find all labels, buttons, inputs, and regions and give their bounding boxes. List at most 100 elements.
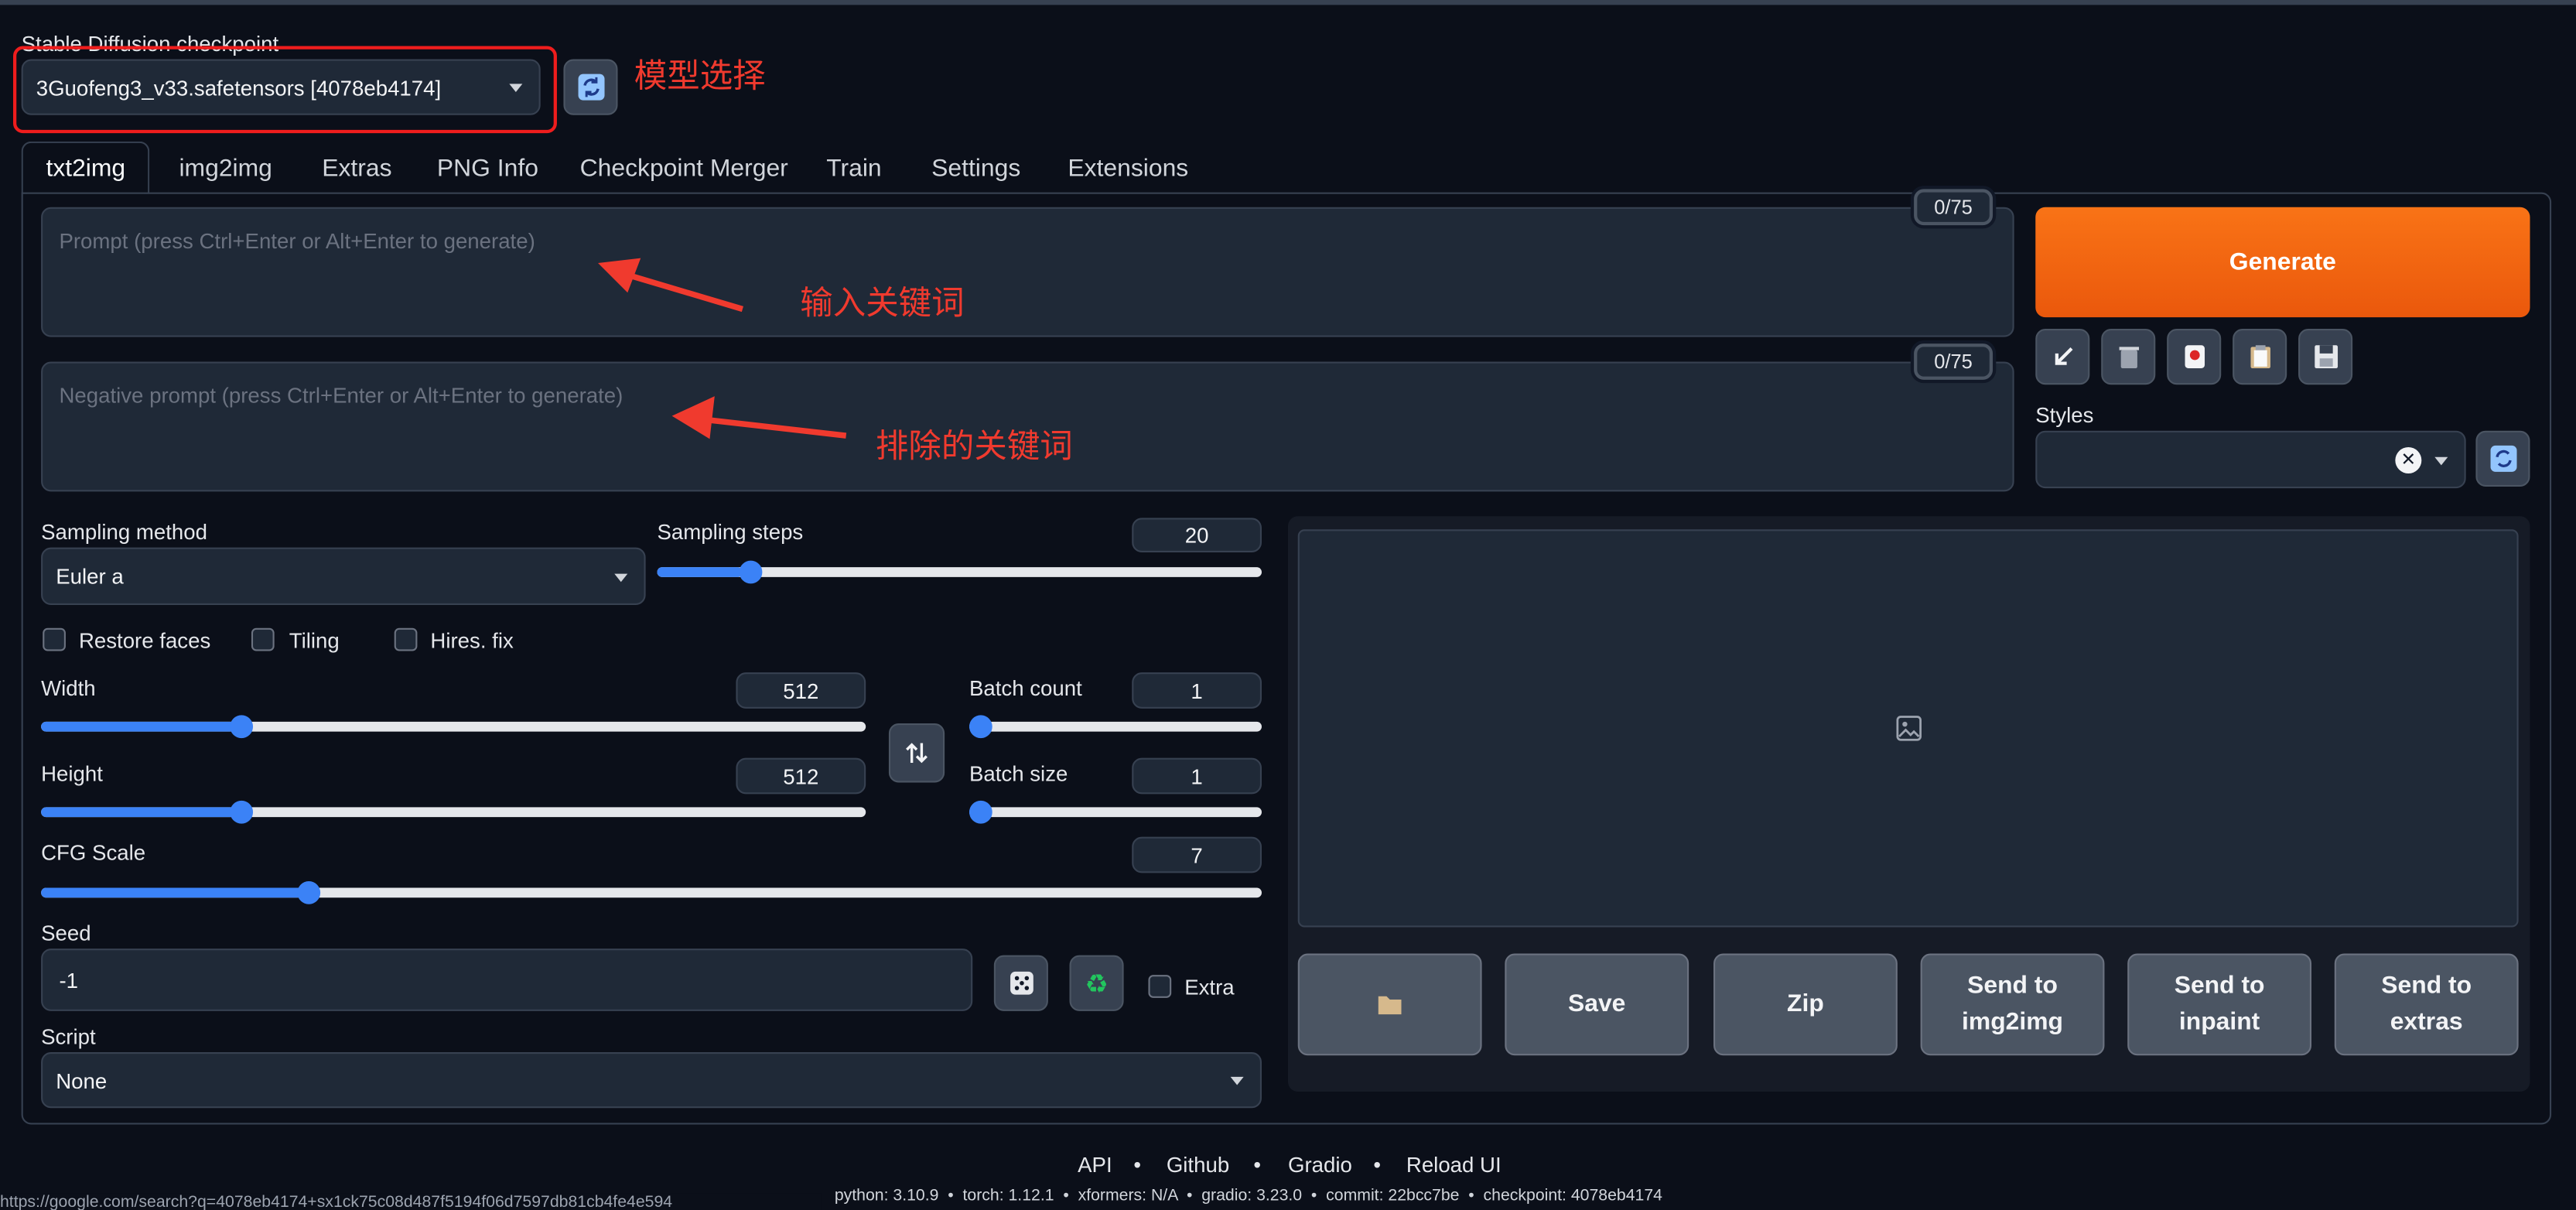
footer-link-api[interactable]: API: [1078, 1153, 1112, 1178]
sampling-steps-slider[interactable]: [657, 560, 1262, 584]
extra-networks-button[interactable]: [2167, 329, 2222, 385]
script-label: Script: [41, 1024, 96, 1049]
width-label: Width: [41, 675, 96, 701]
tab-img2img[interactable]: img2img: [179, 142, 272, 194]
status-bar-url: https://google.com/search?q=4078eb4174+s…: [0, 1193, 822, 1210]
chevron-down-icon: [509, 84, 523, 92]
negative-prompt-placeholder: Negative prompt (press Ctrl+Enter or Alt…: [59, 383, 624, 408]
seed-label: Seed: [41, 921, 91, 945]
prompt-input[interactable]: Prompt (press Ctrl+Enter or Alt+Enter to…: [41, 207, 2014, 337]
zip-button[interactable]: Zip: [1713, 953, 1898, 1056]
tab-bar: txt2img img2img Extras PNG Info Checkpoi…: [21, 141, 2551, 194]
tab-extras[interactable]: Extras: [322, 142, 391, 194]
checkpoint-select[interactable]: 3Guofeng3_v33.safetensors [4078eb4174]: [21, 59, 541, 115]
slider-thumb[interactable]: [969, 800, 992, 824]
batch-count-slider[interactable]: [969, 715, 1262, 739]
refresh-checkpoint-button[interactable]: [563, 59, 618, 115]
cfg-scale-input[interactable]: 7: [1132, 836, 1262, 873]
refresh-styles-button[interactable]: [2475, 430, 2530, 487]
generate-button[interactable]: Generate: [2035, 207, 2530, 318]
send-to-inpaint-button[interactable]: Send to inpaint: [2127, 953, 2312, 1056]
slider-fill: [657, 567, 742, 577]
tab-png-info[interactable]: PNG Info: [437, 142, 538, 194]
swap-arrows-icon: [906, 743, 928, 764]
hires-fix-label: Hires. fix: [430, 627, 514, 653]
tab-settings[interactable]: Settings: [931, 142, 1020, 194]
apply-style-button[interactable]: [2233, 329, 2287, 385]
tiling-label: Tiling: [289, 627, 340, 653]
open-folder-button[interactable]: [1297, 953, 1482, 1056]
annotation-model-select: 模型选择: [634, 56, 766, 96]
seed-input[interactable]: -1: [41, 949, 973, 1011]
tab-extensions[interactable]: Extensions: [1068, 142, 1188, 194]
width-slider[interactable]: [41, 715, 866, 739]
slider-thumb[interactable]: [738, 560, 762, 584]
clear-prompt-button[interactable]: [2101, 329, 2156, 385]
height-input[interactable]: 512: [736, 757, 866, 795]
footer-link-gradio[interactable]: Gradio: [1288, 1153, 1352, 1178]
clipboard-icon: [2250, 345, 2270, 368]
save-button[interactable]: Save: [1505, 953, 1689, 1056]
clear-icon[interactable]: ✕: [2395, 447, 2422, 473]
slider-thumb[interactable]: [297, 881, 321, 904]
height-slider[interactable]: [41, 800, 866, 824]
chevron-down-icon: [2434, 456, 2448, 465]
batch-size-label: Batch size: [969, 761, 1068, 786]
batch-size-slider[interactable]: [969, 800, 1262, 824]
send-to-img2img-button[interactable]: Send to img2img: [1920, 953, 2105, 1056]
arrow-annotation-icon: [671, 396, 847, 439]
batch-count-label: Batch count: [969, 675, 1082, 701]
sampling-method-value: Euler a: [56, 563, 124, 589]
folder-icon: [1378, 996, 1402, 1015]
footer-separator: •: [1253, 1152, 1262, 1178]
random-seed-button[interactable]: [993, 955, 1048, 1011]
slider-fill: [41, 721, 236, 732]
annotation-prompt: 输入关键词: [800, 282, 965, 323]
floppy-disk-icon: [2314, 345, 2337, 368]
sampling-steps-label: Sampling steps: [657, 519, 804, 545]
batch-size-input[interactable]: 1: [1132, 757, 1262, 795]
height-label: Height: [41, 761, 103, 786]
chevron-down-icon: [614, 573, 628, 582]
read-params-button[interactable]: [2035, 329, 2090, 385]
styles-label: Styles: [2035, 402, 2094, 428]
arrow-down-left-icon: [2054, 347, 2072, 365]
width-input[interactable]: 512: [736, 672, 866, 709]
negative-token-counter: 0/75: [1914, 344, 1993, 380]
extra-seed-checkbox[interactable]: [1148, 975, 1172, 998]
save-style-button[interactable]: [2298, 329, 2353, 385]
tab-checkpoint-merger[interactable]: Checkpoint Merger: [580, 142, 788, 194]
slider-fill: [41, 807, 236, 818]
footer-separator: •: [1133, 1152, 1142, 1178]
recycle-icon: ♻: [1085, 967, 1109, 999]
reuse-seed-button[interactable]: ♻: [1069, 955, 1124, 1011]
tab-txt2img[interactable]: txt2img: [21, 141, 151, 194]
styles-select[interactable]: ✕: [2035, 430, 2466, 489]
restore-faces-checkbox[interactable]: [43, 627, 66, 651]
hires-fix-checkbox[interactable]: [394, 627, 418, 651]
sampling-method-select[interactable]: Euler a: [41, 547, 646, 605]
script-select[interactable]: None: [41, 1052, 1262, 1109]
slider-fill: [41, 887, 302, 898]
cfg-scale-slider[interactable]: [41, 881, 1262, 904]
footer-link-reload-ui[interactable]: Reload UI: [1406, 1153, 1502, 1178]
checkpoint-value: 3Guofeng3_v33.safetensors [4078eb4174]: [36, 74, 442, 100]
restore-faces-label: Restore faces: [78, 627, 211, 653]
tab-train[interactable]: Train: [826, 142, 881, 194]
swap-dimensions-button[interactable]: [888, 723, 945, 783]
dice-icon: [1010, 971, 1033, 995]
footer-link-github[interactable]: Github: [1167, 1153, 1229, 1178]
arrow-annotation-icon: [598, 258, 743, 313]
sampling-steps-input[interactable]: 20: [1132, 518, 1262, 552]
batch-count-input[interactable]: 1: [1132, 672, 1262, 709]
image-placeholder-icon: [1896, 716, 1922, 741]
flower-card-icon: [2184, 345, 2204, 368]
version-info: python: 3.10.9 • torch: 1.12.1 • xformer…: [834, 1187, 1662, 1205]
output-gallery[interactable]: [1297, 529, 2519, 928]
tiling-checkbox[interactable]: [251, 627, 275, 651]
script-value: None: [56, 1068, 108, 1093]
slider-thumb[interactable]: [969, 715, 992, 739]
send-to-extras-button[interactable]: Send to extras: [2334, 953, 2519, 1056]
annotation-negative: 排除的关键词: [875, 426, 1073, 466]
sampling-method-label: Sampling method: [41, 519, 207, 545]
